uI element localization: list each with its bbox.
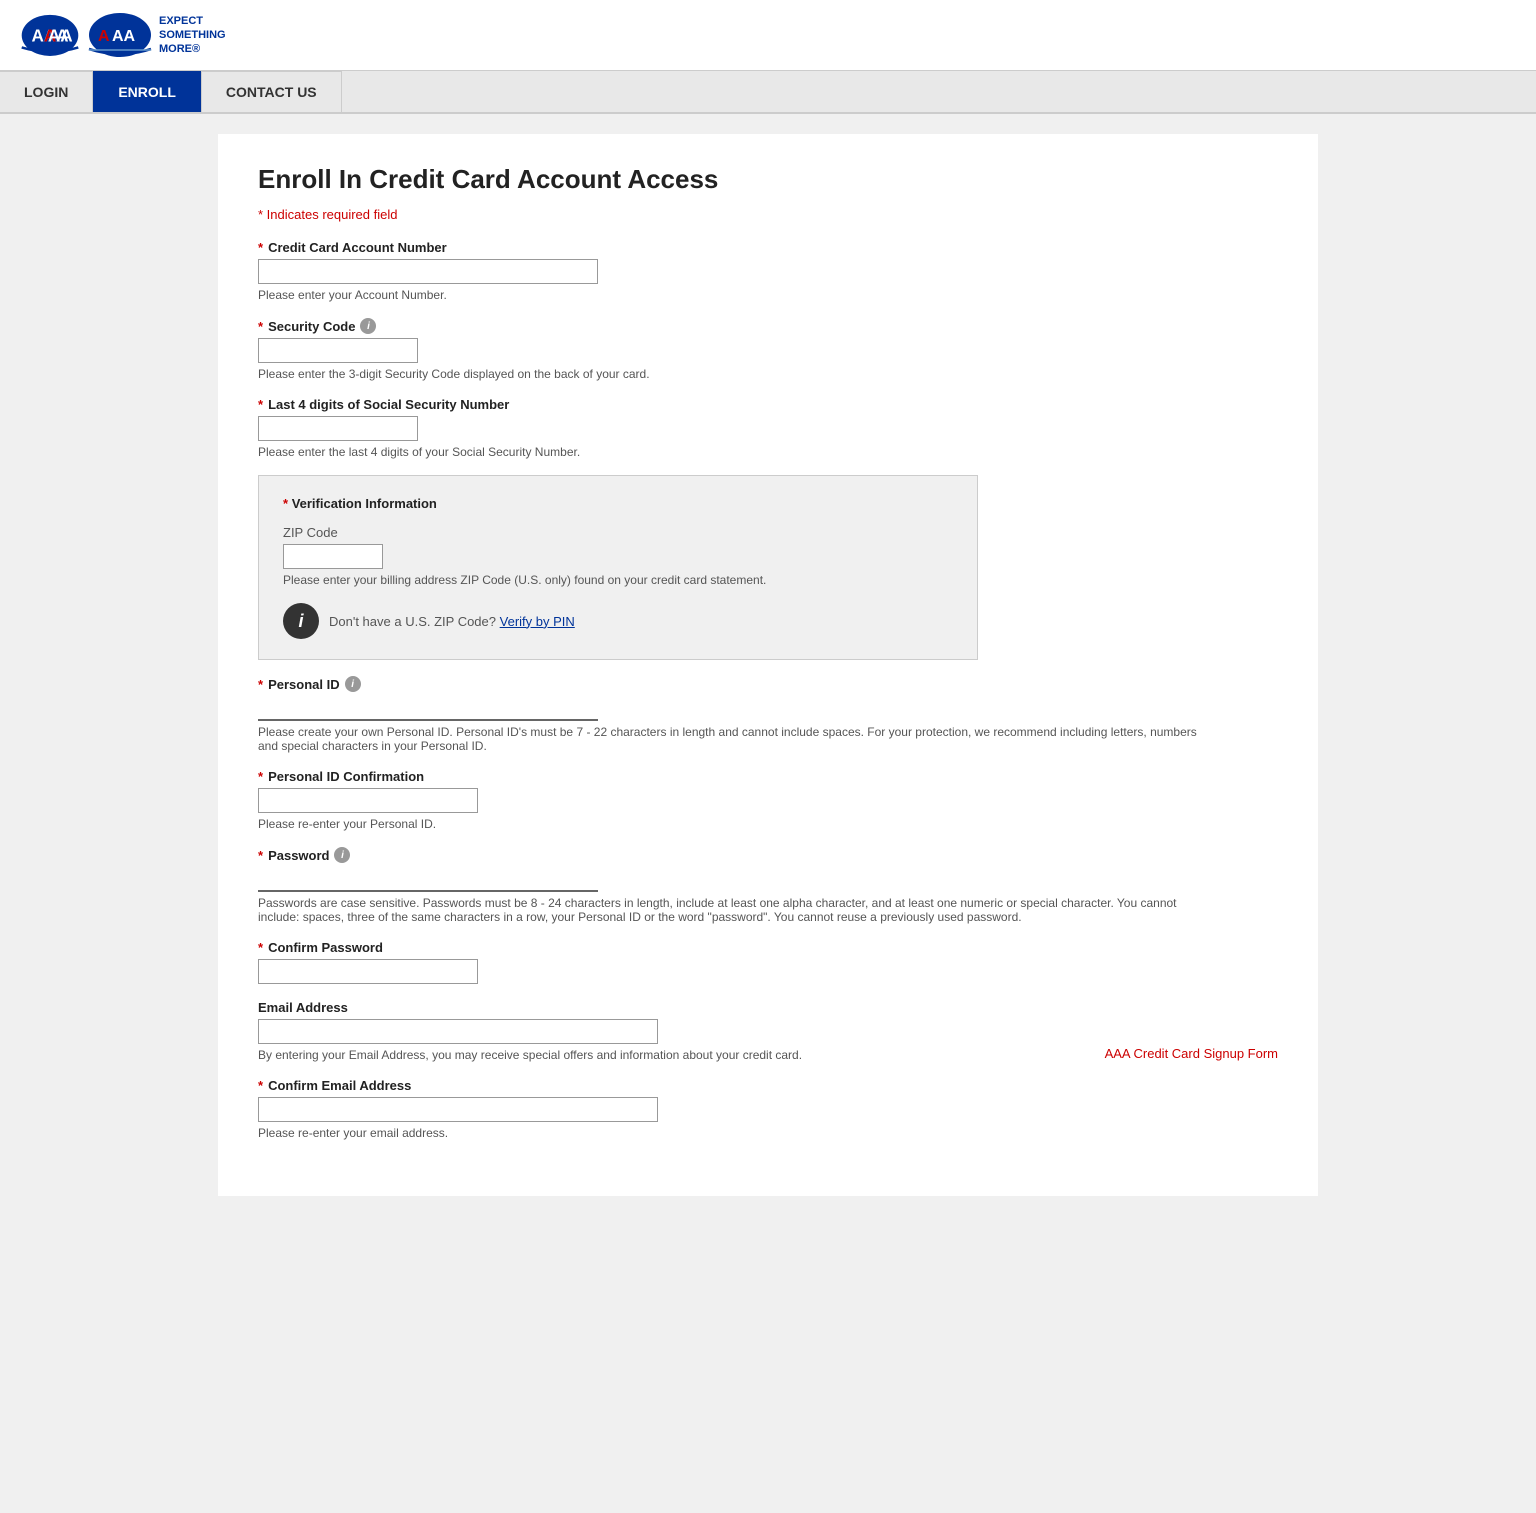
personal-id-confirm-group: * Personal ID Confirmation Please re-ent… bbox=[258, 769, 1278, 831]
security-code-label: * Security Code i bbox=[258, 318, 1278, 334]
email-help: By entering your Email Address, you may … bbox=[258, 1048, 938, 1062]
main-content: Enroll In Credit Card Account Access * I… bbox=[218, 134, 1318, 1196]
security-code-input[interactable] bbox=[258, 338, 418, 363]
confirm-email-label: * Confirm Email Address bbox=[258, 1078, 1278, 1093]
email-input[interactable] bbox=[258, 1019, 658, 1044]
email-group: Email Address By entering your Email Add… bbox=[258, 1000, 1278, 1062]
confirm-password-label: * Confirm Password bbox=[258, 940, 1278, 955]
password-label: * Password i bbox=[258, 847, 1278, 863]
logo-area: AAA A AA A AA EXPECTSOMETHINGMORE® bbox=[20, 10, 226, 60]
confirm-password-input[interactable] bbox=[258, 959, 478, 984]
personal-id-group: * Personal ID i Please create your own P… bbox=[258, 676, 1278, 753]
verify-by-pin-row: i Don't have a U.S. ZIP Code? Verify by … bbox=[283, 603, 953, 639]
personal-id-confirm-label: * Personal ID Confirmation bbox=[258, 769, 1278, 784]
personal-id-input[interactable] bbox=[258, 696, 598, 721]
logo-tagline: EXPECTSOMETHINGMORE® bbox=[159, 14, 226, 57]
confirm-password-group: * Confirm Password bbox=[258, 940, 1278, 984]
aaa-logo: AAA A AA bbox=[20, 10, 80, 60]
info-icon: i bbox=[283, 603, 319, 639]
nav-enroll[interactable]: ENROLL bbox=[93, 71, 201, 112]
ssn-last4-group: * Last 4 digits of Social Security Numbe… bbox=[258, 397, 1278, 459]
header: AAA A AA A AA EXPECTSOMETHINGMORE® bbox=[0, 0, 1536, 71]
verify-by-pin-link[interactable]: Verify by PIN bbox=[500, 614, 575, 629]
security-code-help-icon[interactable]: i bbox=[360, 318, 376, 334]
personal-id-help: Please create your own Personal ID. Pers… bbox=[258, 725, 1198, 753]
verification-box: * Verification Information ZIP Code Plea… bbox=[258, 475, 978, 660]
navigation: LOGIN ENROLL CONTACT US bbox=[0, 71, 1536, 114]
svg-text:AA: AA bbox=[112, 28, 136, 45]
signup-form-link[interactable]: AAA Credit Card Signup Form bbox=[1105, 1046, 1278, 1061]
confirm-email-group: * Confirm Email Address Please re-enter … bbox=[258, 1078, 1278, 1140]
ssn-last4-label: * Last 4 digits of Social Security Numbe… bbox=[258, 397, 1278, 412]
password-help-icon[interactable]: i bbox=[334, 847, 350, 863]
ssn-last4-help: Please enter the last 4 digits of your S… bbox=[258, 445, 1278, 459]
svg-text:AA: AA bbox=[48, 25, 73, 45]
personal-id-help-icon[interactable]: i bbox=[345, 676, 361, 692]
email-label: Email Address bbox=[258, 1000, 1278, 1015]
ssn-last4-input[interactable] bbox=[258, 416, 418, 441]
password-help: Passwords are case sensitive. Passwords … bbox=[258, 896, 1198, 924]
zip-code-help: Please enter your billing address ZIP Co… bbox=[283, 573, 953, 587]
zip-code-label: ZIP Code bbox=[283, 525, 953, 540]
confirm-email-help: Please re-enter your email address. bbox=[258, 1126, 1278, 1140]
personal-id-confirm-input[interactable] bbox=[258, 788, 478, 813]
account-number-label: * Credit Card Account Number bbox=[258, 240, 1278, 255]
zip-code-group: ZIP Code Please enter your billing addre… bbox=[283, 525, 953, 587]
nav-contact-us[interactable]: CONTACT US bbox=[201, 71, 342, 112]
security-code-group: * Security Code i Please enter the 3-dig… bbox=[258, 318, 1278, 381]
personal-id-label: * Personal ID i bbox=[258, 676, 1278, 692]
account-number-group: * Credit Card Account Number Please ente… bbox=[258, 240, 1278, 302]
personal-id-confirm-help: Please re-enter your Personal ID. bbox=[258, 817, 1278, 831]
verification-title: * Verification Information bbox=[283, 496, 953, 511]
nav-login[interactable]: LOGIN bbox=[0, 71, 93, 112]
required-note: * Indicates required field bbox=[258, 207, 1278, 222]
no-zip-text: Don't have a U.S. ZIP Code? Verify by PI… bbox=[329, 614, 575, 629]
svg-text:A: A bbox=[98, 28, 110, 45]
security-code-help: Please enter the 3-digit Security Code d… bbox=[258, 367, 1278, 381]
password-input[interactable] bbox=[258, 867, 598, 892]
account-number-help: Please enter your Account Number. bbox=[258, 288, 1278, 302]
aaa-emblem: A AA bbox=[88, 11, 153, 59]
account-number-input[interactable] bbox=[258, 259, 598, 284]
page-title: Enroll In Credit Card Account Access bbox=[258, 164, 1278, 195]
confirm-email-input[interactable] bbox=[258, 1097, 658, 1122]
zip-code-input[interactable] bbox=[283, 544, 383, 569]
password-group: * Password i Passwords are case sensitiv… bbox=[258, 847, 1278, 924]
